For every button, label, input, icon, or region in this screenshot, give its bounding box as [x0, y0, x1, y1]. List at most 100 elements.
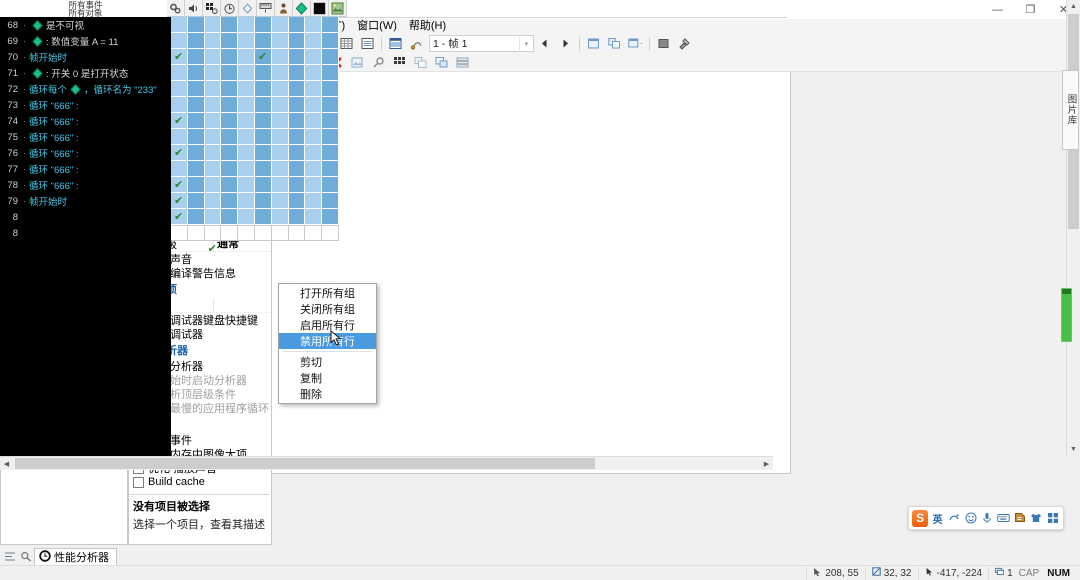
- condition-checkmark-icon[interactable]: ✔: [174, 196, 183, 207]
- condition-cell[interactable]: [255, 113, 272, 129]
- chevron-down-icon[interactable]: ▾: [519, 37, 533, 50]
- condition-cell[interactable]: [255, 81, 272, 97]
- event-line[interactable]: 70 · 帧开始时: [0, 49, 171, 65]
- condition-cell[interactable]: [305, 193, 323, 209]
- sogou-logo-icon[interactable]: S: [912, 509, 929, 527]
- previous-frame-button[interactable]: [535, 35, 554, 52]
- condition-cell[interactable]: [271, 129, 289, 145]
- condition-checkmark-icon[interactable]: ✔: [174, 148, 183, 159]
- condition-cell[interactable]: [204, 225, 222, 241]
- event-lines-icon[interactable]: [358, 35, 377, 52]
- condition-cell[interactable]: [288, 225, 306, 241]
- property-checkbox-row[interactable]: Build cache: [129, 475, 271, 489]
- condition-cell[interactable]: [305, 49, 323, 65]
- condition-cell[interactable]: [171, 97, 188, 113]
- condition-checkmark-icon[interactable]: ✔: [174, 180, 183, 191]
- condition-cell[interactable]: [221, 145, 239, 161]
- condition-cell[interactable]: [288, 65, 306, 81]
- microphone-icon[interactable]: [980, 510, 994, 527]
- context-menu-item[interactable]: 删除: [279, 386, 376, 402]
- condition-cell[interactable]: [288, 49, 306, 65]
- condition-cell[interactable]: [288, 145, 306, 161]
- condition-cell[interactable]: [171, 129, 188, 145]
- condition-cell[interactable]: [238, 225, 255, 241]
- condition-cell[interactable]: [238, 81, 255, 97]
- condition-cell[interactable]: [171, 65, 188, 81]
- active-object-icon[interactable]: [293, 0, 311, 17]
- condition-cell[interactable]: [221, 49, 239, 65]
- condition-cell[interactable]: [255, 33, 272, 49]
- condition-cell[interactable]: [221, 209, 239, 225]
- backdrop-icon[interactable]: [329, 0, 347, 17]
- condition-cell[interactable]: [322, 225, 339, 241]
- condition-cell[interactable]: [271, 209, 289, 225]
- event-line[interactable]: 8: [0, 225, 171, 241]
- condition-cell[interactable]: [322, 49, 339, 65]
- condition-cell[interactable]: [204, 97, 222, 113]
- condition-cell[interactable]: [204, 209, 222, 225]
- picture-editor-2-icon[interactable]: [348, 54, 367, 71]
- condition-checkmark-icon[interactable]: ✔: [174, 116, 183, 127]
- condition-cell[interactable]: [238, 177, 255, 193]
- condition-cell[interactable]: [255, 193, 272, 209]
- condition-cell[interactable]: [305, 65, 323, 81]
- condition-cell[interactable]: [322, 209, 339, 225]
- condition-cell[interactable]: [255, 97, 272, 113]
- player-icon[interactable]: [275, 0, 293, 17]
- condition-cell[interactable]: [255, 145, 272, 161]
- create-object-icon[interactable]: [239, 0, 257, 17]
- condition-cell[interactable]: [271, 193, 289, 209]
- condition-cell[interactable]: [171, 161, 188, 177]
- condition-cell[interactable]: [271, 65, 289, 81]
- condition-cell[interactable]: [204, 161, 222, 177]
- condition-cell[interactable]: [322, 65, 339, 81]
- condition-cell[interactable]: [322, 193, 339, 209]
- skin-icon[interactable]: [1029, 510, 1043, 527]
- build-icon[interactable]: [675, 35, 694, 52]
- condition-cell[interactable]: [238, 17, 255, 33]
- next-frame-button[interactable]: [556, 35, 575, 52]
- condition-cell[interactable]: [288, 209, 306, 225]
- condition-cell[interactable]: [204, 129, 222, 145]
- hscroll-thumb[interactable]: [15, 458, 595, 469]
- minimize-button[interactable]: —: [981, 0, 1014, 19]
- frame-icon[interactable]: [257, 0, 275, 17]
- condition-cell[interactable]: [288, 81, 306, 97]
- event-line[interactable]: 73 · 循环 "666" :: [0, 97, 171, 113]
- condition-cell[interactable]: [238, 65, 255, 81]
- condition-cell[interactable]: [271, 17, 289, 33]
- condition-cell[interactable]: [305, 17, 323, 33]
- animation-editor-2-icon[interactable]: [390, 54, 409, 71]
- condition-cell[interactable]: [187, 193, 205, 209]
- condition-cell[interactable]: [288, 177, 306, 193]
- condition-cell[interactable]: [204, 49, 222, 65]
- condition-cell[interactable]: [271, 81, 289, 97]
- condition-cell[interactable]: [288, 17, 306, 33]
- condition-cell[interactable]: [238, 49, 255, 65]
- event-line[interactable]: 72 · 循环每个 ，循环名为 "233": [0, 81, 171, 97]
- layers-panel-2-icon[interactable]: [453, 54, 472, 71]
- condition-cell[interactable]: [305, 113, 323, 129]
- event-editor-hscrollbar[interactable]: ◀ ▶: [0, 456, 773, 470]
- condition-cell[interactable]: [305, 161, 323, 177]
- condition-cell[interactable]: [271, 97, 289, 113]
- condition-cell[interactable]: [305, 33, 323, 49]
- condition-cell[interactable]: [288, 113, 306, 129]
- new-window-icon[interactable]: [584, 35, 603, 52]
- condition-cell[interactable]: [238, 97, 255, 113]
- context-menu-item[interactable]: 剪切: [279, 354, 376, 370]
- condition-cell[interactable]: [204, 177, 222, 193]
- event-line[interactable]: 74 · 循环 "666" :: [0, 113, 171, 129]
- condition-cell[interactable]: [305, 209, 323, 225]
- checkbox-icon[interactable]: [133, 476, 144, 488]
- condition-cell[interactable]: [305, 177, 323, 193]
- tab-performance-analyzer[interactable]: 性能分析器: [34, 548, 117, 565]
- condition-cell[interactable]: [187, 65, 205, 81]
- condition-cell[interactable]: [187, 49, 205, 65]
- context-menu-item[interactable]: 关闭所有组: [279, 301, 376, 317]
- condition-cell[interactable]: [204, 33, 222, 49]
- special-conditions-icon[interactable]: [167, 0, 185, 17]
- condition-cell[interactable]: [288, 33, 306, 49]
- condition-cell[interactable]: [221, 81, 239, 97]
- condition-cell[interactable]: [204, 145, 222, 161]
